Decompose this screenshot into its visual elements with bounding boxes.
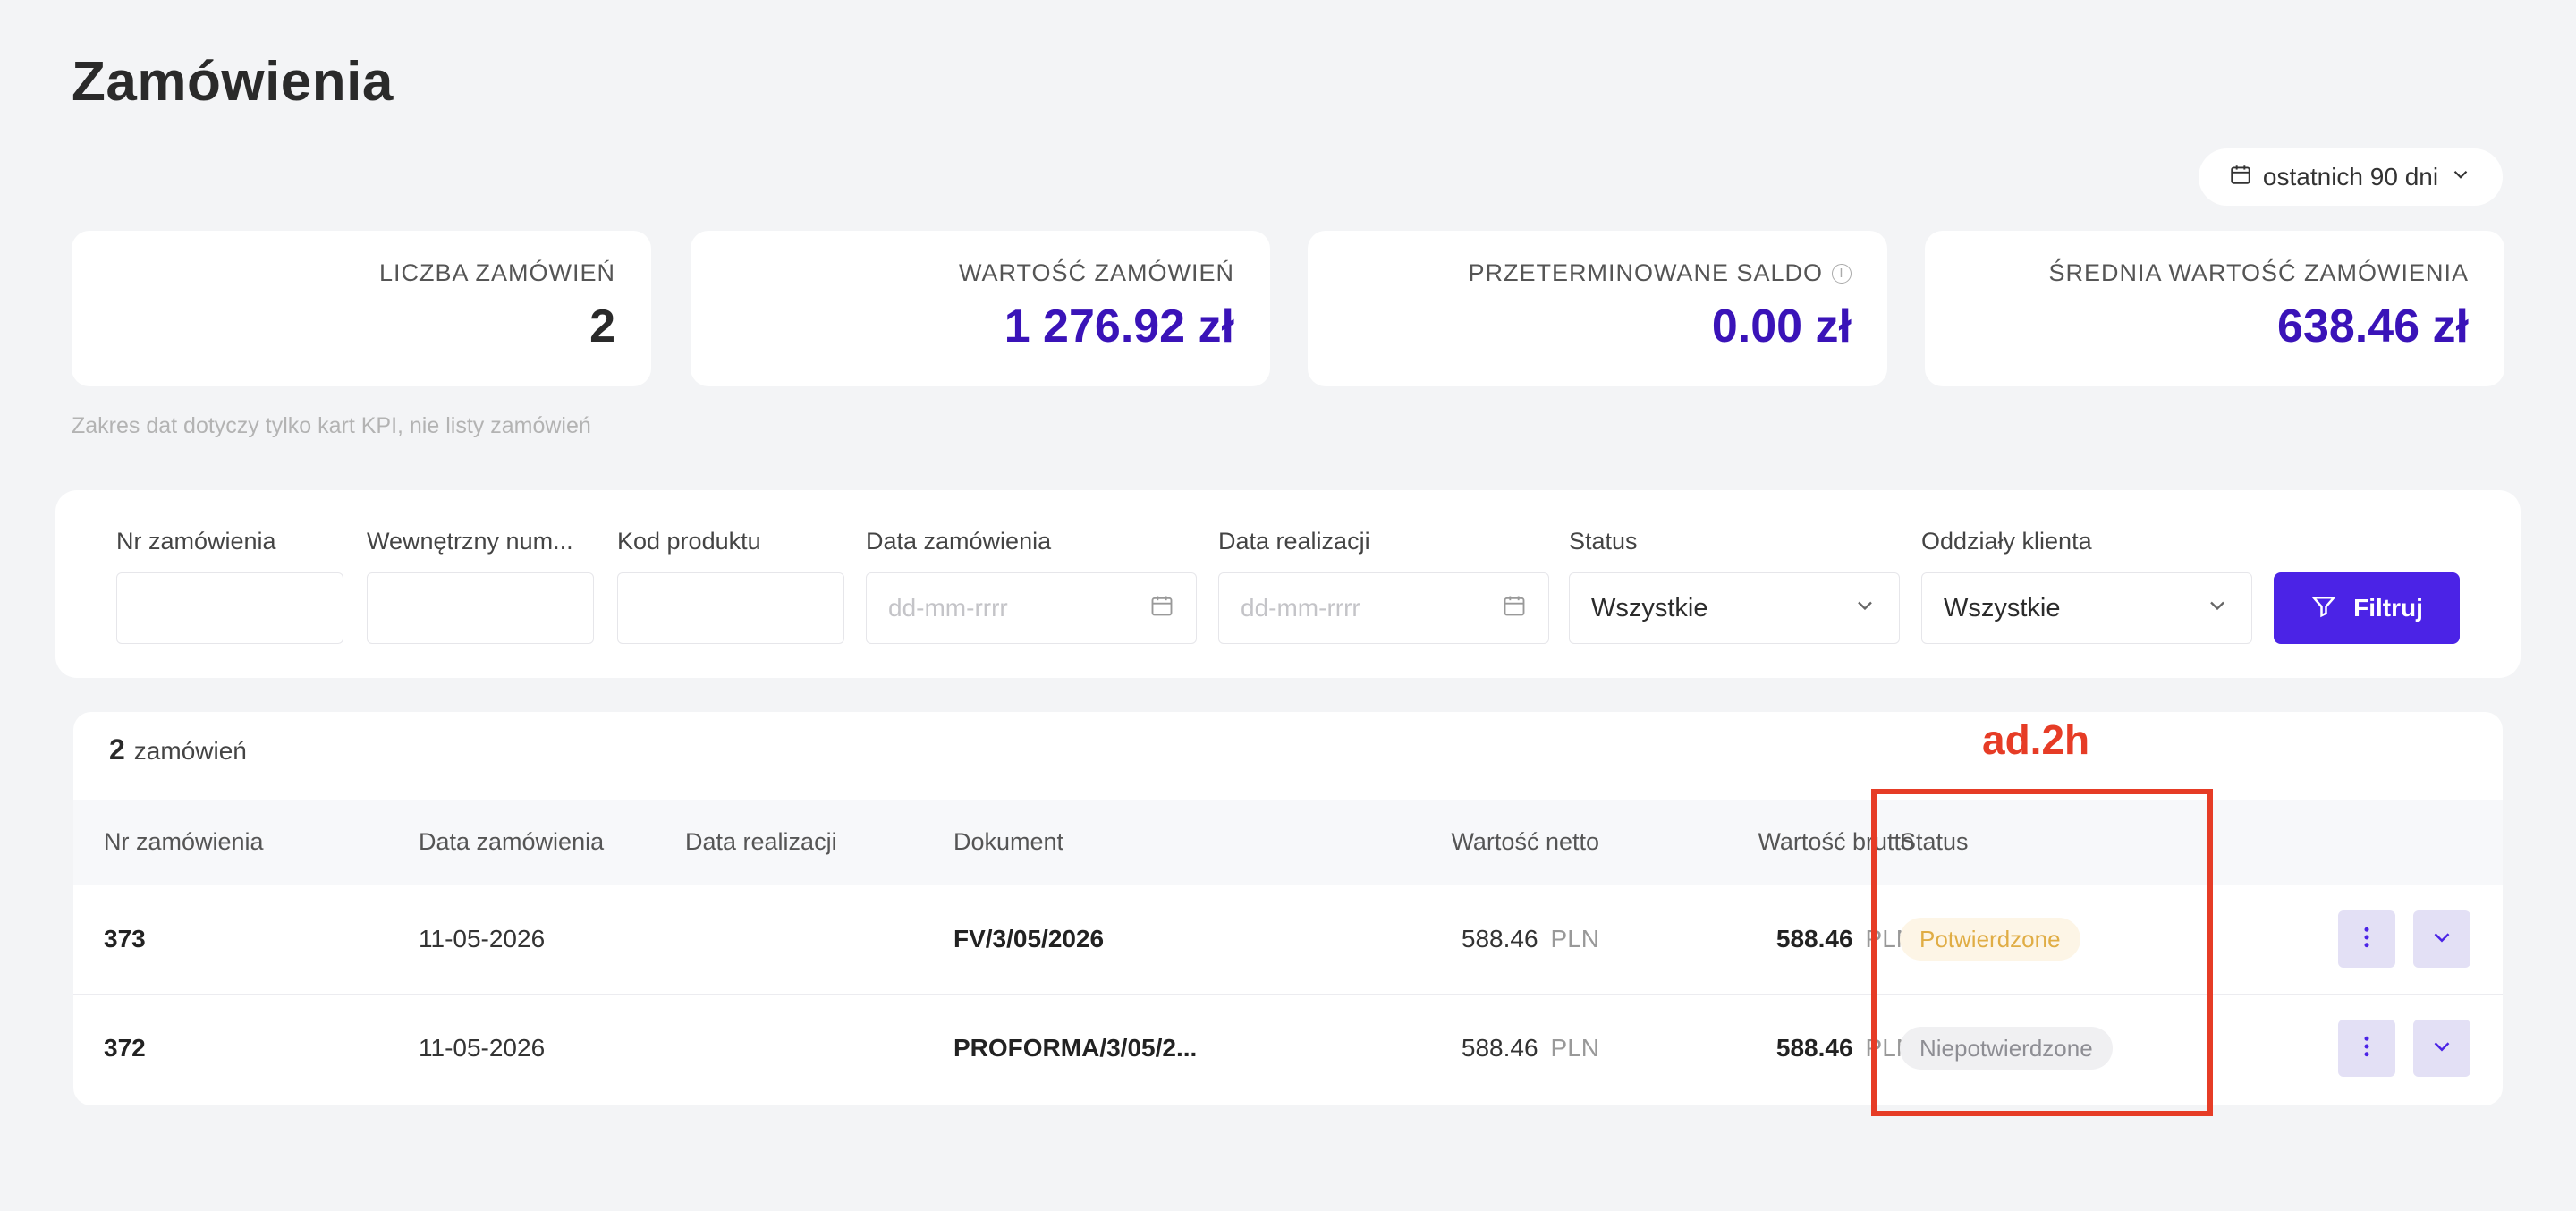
column-header-document[interactable]: Dokument: [953, 828, 1063, 856]
calendar-icon[interactable]: [1502, 593, 1527, 624]
chevron-down-icon: [1852, 593, 1877, 624]
info-icon[interactable]: i: [1832, 263, 1852, 284]
order-date: 11-05-2026: [419, 1034, 546, 1062]
kpi-card-order-count: LICZBA ZAMÓWIEŃ 2: [72, 231, 651, 386]
chevron-down-icon: [2205, 593, 2230, 624]
net-value: 588.46 PLN: [1461, 925, 1599, 953]
filter-label-order-number: Nr zamówienia: [116, 528, 276, 555]
filter-label-realization-date: Data realizacji: [1218, 528, 1370, 555]
row-menu-button[interactable]: [2338, 910, 2395, 968]
annotation-label: ad.2h: [1982, 716, 2090, 763]
chevron-down-icon: [2428, 1033, 2455, 1064]
column-header-number[interactable]: Nr zamówienia: [104, 828, 264, 856]
product-code-input[interactable]: [617, 572, 844, 644]
column-header-net[interactable]: Wartość netto: [1317, 828, 1599, 856]
order-date: 11-05-2026: [419, 925, 546, 953]
order-number-input[interactable]: [116, 572, 343, 644]
page-title: Zamówienia: [72, 51, 394, 113]
chevron-down-icon: [2449, 163, 2472, 192]
status-select[interactable]: Wszystkie: [1569, 572, 1900, 644]
filter-button[interactable]: Filtruj: [2274, 572, 2460, 644]
orders-count: 2 zamówień: [109, 733, 247, 766]
annotation-highlight-box: [1871, 789, 2213, 1116]
filter-label-status: Status: [1569, 528, 1638, 555]
row-expand-button[interactable]: [2413, 910, 2470, 968]
filter-label-product-code: Kod produktu: [617, 528, 761, 555]
filter-label-branches: Oddziały klienta: [1921, 528, 2092, 555]
kpi-value: 2: [589, 301, 615, 352]
column-header-realization-date[interactable]: Data realizacji: [685, 828, 837, 856]
kpi-card-average-order-value: ŚREDNIA WARTOŚĆ ZAMÓWIENIA 638.46 zł: [1925, 231, 2504, 386]
kpi-value: 1 276.92 zł: [1004, 301, 1234, 352]
funnel-icon: [2310, 592, 2337, 625]
internal-number-input[interactable]: [367, 572, 594, 644]
document-link[interactable]: FV/3/05/2026: [953, 925, 1104, 953]
order-date-input[interactable]: dd-mm-rrrr: [866, 572, 1197, 644]
date-range-label: ostatnich 90 dni: [2262, 163, 2439, 191]
filter-panel: Nr zamówienia Wewnętrzny num... Kod prod…: [55, 490, 2521, 678]
kpi-value: 638.46 zł: [2277, 301, 2469, 352]
kpi-note: Zakres dat dotyczy tylko kart KPI, nie l…: [72, 413, 591, 438]
kpi-label: WARTOŚĆ ZAMÓWIEŃ: [958, 259, 1234, 286]
order-number[interactable]: 372: [104, 1034, 146, 1063]
filter-button-label: Filtruj: [2353, 594, 2423, 622]
document-link[interactable]: PROFORMA/3/05/2...: [953, 1034, 1197, 1063]
kpi-card-order-value: WARTOŚĆ ZAMÓWIEŃ 1 276.92 zł: [691, 231, 1270, 386]
branches-select[interactable]: Wszystkie: [1921, 572, 2252, 644]
row-expand-button[interactable]: [2413, 1020, 2470, 1077]
calendar-icon[interactable]: [1149, 593, 1174, 624]
order-number[interactable]: 373: [104, 925, 146, 953]
more-vertical-icon: [2353, 924, 2380, 955]
kpi-card-overdue-balance: PRZETERMINOWANE SALDO i 0.00 zł: [1308, 231, 1887, 386]
kpi-label: PRZETERMINOWANE SALDO: [1468, 259, 1823, 286]
net-value: 588.46 PLN: [1461, 1034, 1599, 1062]
filter-label-order-date: Data zamówienia: [866, 528, 1052, 555]
chevron-down-icon: [2428, 924, 2455, 955]
more-vertical-icon: [2353, 1033, 2380, 1064]
realization-date-input[interactable]: dd-mm-rrrr: [1218, 572, 1549, 644]
kpi-label: ŚREDNIA WARTOŚĆ ZAMÓWIENIA: [2048, 259, 2469, 286]
row-menu-button[interactable]: [2338, 1020, 2395, 1077]
filter-label-internal-number: Wewnętrzny num...: [367, 528, 573, 555]
calendar-icon: [2229, 163, 2252, 192]
date-range-selector[interactable]: ostatnich 90 dni: [2199, 148, 2503, 206]
kpi-value: 0.00 zł: [1711, 301, 1852, 352]
column-header-order-date[interactable]: Data zamówienia: [419, 828, 604, 856]
kpi-label: LICZBA ZAMÓWIEŃ: [378, 259, 615, 286]
